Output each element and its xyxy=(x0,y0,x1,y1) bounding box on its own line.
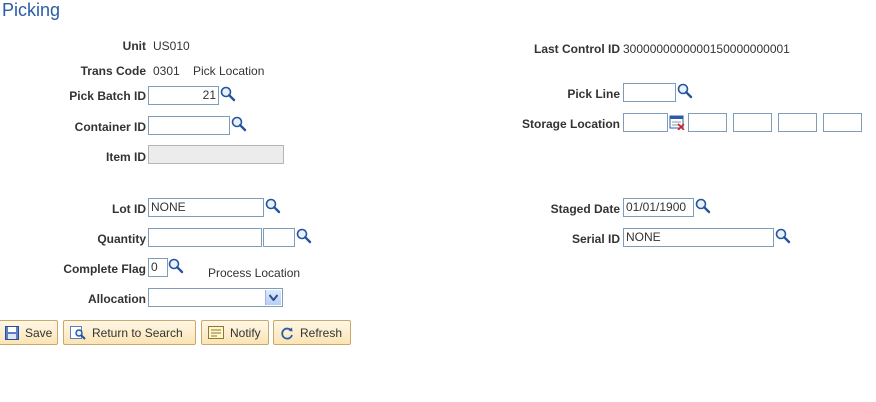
complete-flag-input[interactable]: 0 xyxy=(148,258,168,277)
notify-button-label: Notify xyxy=(230,325,261,340)
storage-area-input[interactable] xyxy=(623,113,668,132)
pick-batch-id-lookup-icon[interactable] xyxy=(220,86,236,102)
storage-level4-input[interactable] xyxy=(823,113,862,132)
lot-id-lookup-icon[interactable] xyxy=(265,198,281,214)
storage-location-label: Storage Location xyxy=(521,117,620,131)
lot-id-input[interactable]: NONE xyxy=(148,198,264,217)
last-control-id-value: 3000000000000150000000001 xyxy=(623,42,790,56)
trans-code-label: Trans Code xyxy=(80,64,146,78)
return-to-search-button-label: Return to Search xyxy=(92,325,183,340)
return-to-search-button[interactable]: Return to Search xyxy=(63,320,196,345)
storage-level1-input[interactable] xyxy=(688,113,727,132)
container-id-label: Container ID xyxy=(74,120,146,134)
pick-line-input[interactable] xyxy=(623,83,676,102)
serial-id-label: Serial ID xyxy=(571,232,620,246)
refresh-icon xyxy=(281,327,293,339)
last-control-id-label: Last Control ID xyxy=(534,42,620,56)
save-button-label: Save xyxy=(25,325,53,340)
allocation-select[interactable] xyxy=(148,288,283,307)
trans-code-description: Pick Location xyxy=(193,64,265,78)
serial-id-input[interactable]: NONE xyxy=(623,228,774,247)
quantity-label: Quantity xyxy=(97,232,146,246)
allocation-label: Allocation xyxy=(87,292,146,306)
staged-date-input[interactable]: 01/01/1900 xyxy=(623,198,694,217)
storage-level3-input[interactable] xyxy=(778,113,817,132)
page-title: Picking xyxy=(2,0,61,20)
refresh-button[interactable]: Refresh xyxy=(273,320,351,345)
refresh-button-label: Refresh xyxy=(300,325,343,340)
pick-batch-id-label: Pick Batch ID xyxy=(69,89,146,103)
quantity-uom-lookup-icon[interactable] xyxy=(296,228,312,244)
serial-id-lookup-icon[interactable] xyxy=(775,228,791,244)
pick-line-label: Pick Line xyxy=(567,87,620,101)
calendar-icon[interactable] xyxy=(669,114,685,130)
complete-flag-label: Complete Flag xyxy=(63,262,146,276)
item-id-input xyxy=(148,145,284,164)
trans-code-value: 0301 xyxy=(153,64,180,78)
return-to-search-icon xyxy=(70,325,86,340)
unit-value: US010 xyxy=(153,39,190,53)
notify-icon xyxy=(208,326,224,339)
container-id-input[interactable] xyxy=(148,116,230,135)
item-id-label: Item ID xyxy=(105,150,146,164)
staged-date-label: Staged Date xyxy=(550,202,620,216)
quantity-input[interactable] xyxy=(148,228,262,247)
lot-id-label: Lot ID xyxy=(112,202,146,216)
complete-flag-lookup-icon[interactable] xyxy=(168,258,184,274)
pick-line-lookup-icon[interactable] xyxy=(677,83,693,99)
storage-level2-input[interactable] xyxy=(733,113,772,132)
quantity-uom-input[interactable] xyxy=(263,228,295,247)
save-icon xyxy=(5,325,19,340)
unit-label: Unit xyxy=(122,39,146,53)
save-button[interactable]: Save xyxy=(0,320,58,345)
notify-button[interactable]: Notify xyxy=(201,320,269,345)
chevron-down-icon[interactable] xyxy=(265,290,281,305)
pick-batch-id-input[interactable]: 21 xyxy=(148,86,219,105)
staged-date-lookup-icon[interactable] xyxy=(695,198,711,214)
container-id-lookup-icon[interactable] xyxy=(231,116,247,132)
process-location-label: Process Location xyxy=(208,266,301,280)
